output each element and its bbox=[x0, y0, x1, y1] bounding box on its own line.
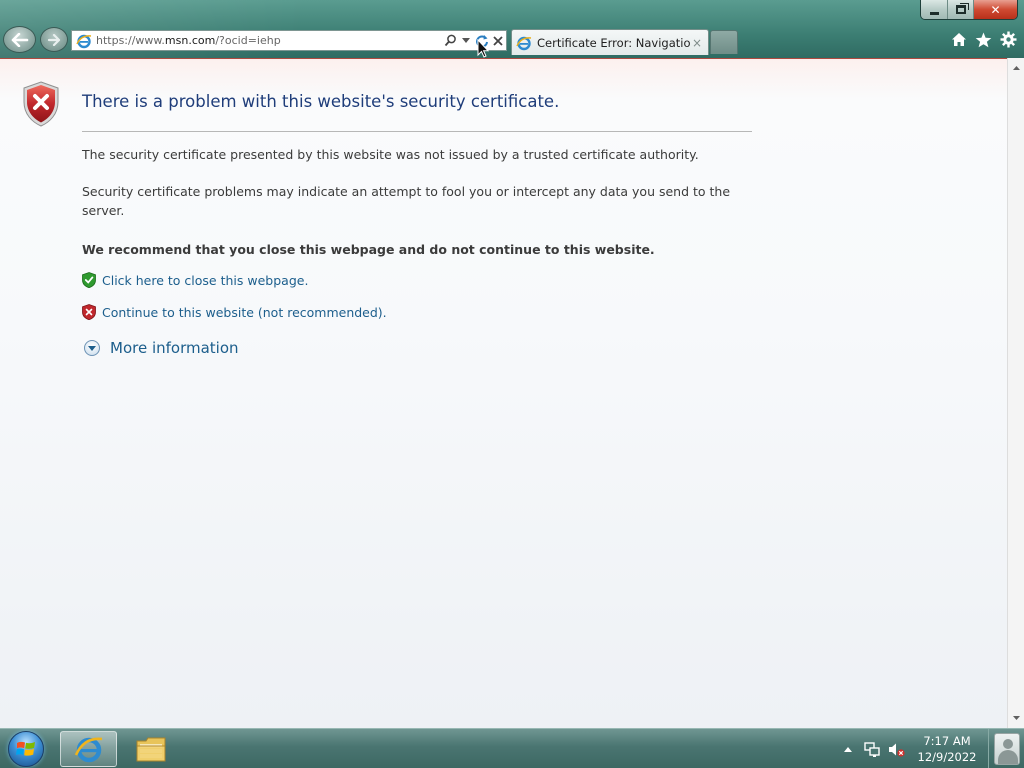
minimize-button[interactable] bbox=[921, 0, 947, 19]
page-viewport: There is a problem with this website's s… bbox=[0, 58, 1007, 728]
folder-icon bbox=[136, 737, 165, 762]
tab-close-icon[interactable]: × bbox=[690, 36, 704, 50]
show-hidden-icons-icon[interactable] bbox=[836, 729, 860, 768]
taskbar-internet-explorer[interactable] bbox=[60, 731, 117, 767]
search-icon[interactable] bbox=[442, 32, 458, 50]
security-warning-text: Security certificate problems may indica… bbox=[82, 184, 731, 218]
scroll-down-arrow-icon[interactable] bbox=[1008, 710, 1024, 726]
restore-button[interactable] bbox=[947, 0, 973, 19]
recommendation-text: We recommend that you close this webpage… bbox=[82, 242, 655, 257]
clock-time: 7:17 AM bbox=[923, 734, 971, 748]
network-icon[interactable] bbox=[860, 729, 884, 768]
show-desktop-button[interactable] bbox=[988, 729, 1024, 768]
toolbar-icons bbox=[949, 30, 1018, 49]
window-caption-buttons: ✕ bbox=[920, 0, 1018, 20]
url-prefix: https://www. bbox=[96, 34, 165, 47]
tab-certificate-error[interactable]: Certificate Error: Navigation... × bbox=[511, 29, 709, 55]
clock-date: 12/9/2022 bbox=[917, 750, 977, 764]
restore-icon bbox=[955, 3, 969, 14]
url-suffix: /?ocid=iehp bbox=[215, 34, 281, 47]
more-information-link[interactable]: More information bbox=[110, 339, 239, 357]
close-window-button[interactable]: ✕ bbox=[973, 0, 1017, 19]
stop-icon[interactable] bbox=[490, 32, 506, 50]
tab-title: Certificate Error: Navigation... bbox=[537, 35, 690, 50]
ie-tab-favicon-icon bbox=[516, 36, 532, 50]
taskbar: 7:17 AM 12/9/2022 bbox=[0, 728, 1024, 768]
user-avatar-icon bbox=[993, 733, 1020, 765]
close-icon: ✕ bbox=[990, 2, 1001, 17]
red-shield-x-icon bbox=[82, 304, 96, 320]
url-domain: msn.com bbox=[164, 34, 216, 47]
back-button[interactable] bbox=[3, 26, 36, 53]
scroll-up-arrow-icon[interactable] bbox=[1008, 60, 1024, 76]
error-shield-icon bbox=[23, 81, 59, 127]
system-tray: 7:17 AM 12/9/2022 bbox=[836, 729, 1024, 768]
vertical-scrollbar[interactable] bbox=[1007, 58, 1024, 728]
back-arrow-icon bbox=[11, 32, 28, 47]
continue-website-row: Continue to this website (not recommende… bbox=[82, 304, 387, 320]
close-webpage-link[interactable]: Click here to close this webpage. bbox=[102, 273, 308, 288]
page-title: There is a problem with this website's s… bbox=[82, 92, 560, 111]
expand-chevron-icon[interactable] bbox=[84, 340, 100, 356]
continue-website-link[interactable]: Continue to this website (not recommende… bbox=[102, 305, 387, 320]
title-divider bbox=[82, 131, 752, 132]
start-button[interactable] bbox=[4, 730, 48, 768]
mouse-cursor-icon bbox=[477, 39, 489, 58]
windows-logo-icon bbox=[8, 731, 44, 767]
close-webpage-row: Click here to close this webpage. bbox=[82, 272, 308, 288]
more-information-row[interactable]: More information bbox=[84, 339, 239, 357]
dropdown-icon[interactable] bbox=[458, 32, 474, 50]
forward-button[interactable] bbox=[40, 27, 68, 52]
minimize-icon bbox=[929, 11, 939, 15]
new-tab-button[interactable] bbox=[710, 30, 738, 54]
green-shield-check-icon bbox=[82, 272, 96, 288]
clock[interactable]: 7:17 AM 12/9/2022 bbox=[914, 733, 980, 765]
ie-favicon-icon bbox=[76, 34, 92, 48]
forward-arrow-icon bbox=[47, 33, 61, 46]
volume-muted-icon[interactable] bbox=[884, 729, 908, 768]
tools-gear-icon[interactable] bbox=[999, 30, 1018, 49]
favorites-star-icon[interactable] bbox=[974, 30, 993, 49]
address-url[interactable]: https://www.msn.com/?ocid=iehp bbox=[96, 34, 442, 47]
internet-explorer-icon bbox=[74, 737, 102, 763]
address-bar[interactable]: https://www.msn.com/?ocid=iehp bbox=[71, 30, 507, 51]
certificate-issue-text: The security certificate presented by th… bbox=[82, 147, 699, 162]
home-icon[interactable] bbox=[949, 30, 968, 49]
taskbar-windows-explorer[interactable] bbox=[122, 731, 179, 767]
